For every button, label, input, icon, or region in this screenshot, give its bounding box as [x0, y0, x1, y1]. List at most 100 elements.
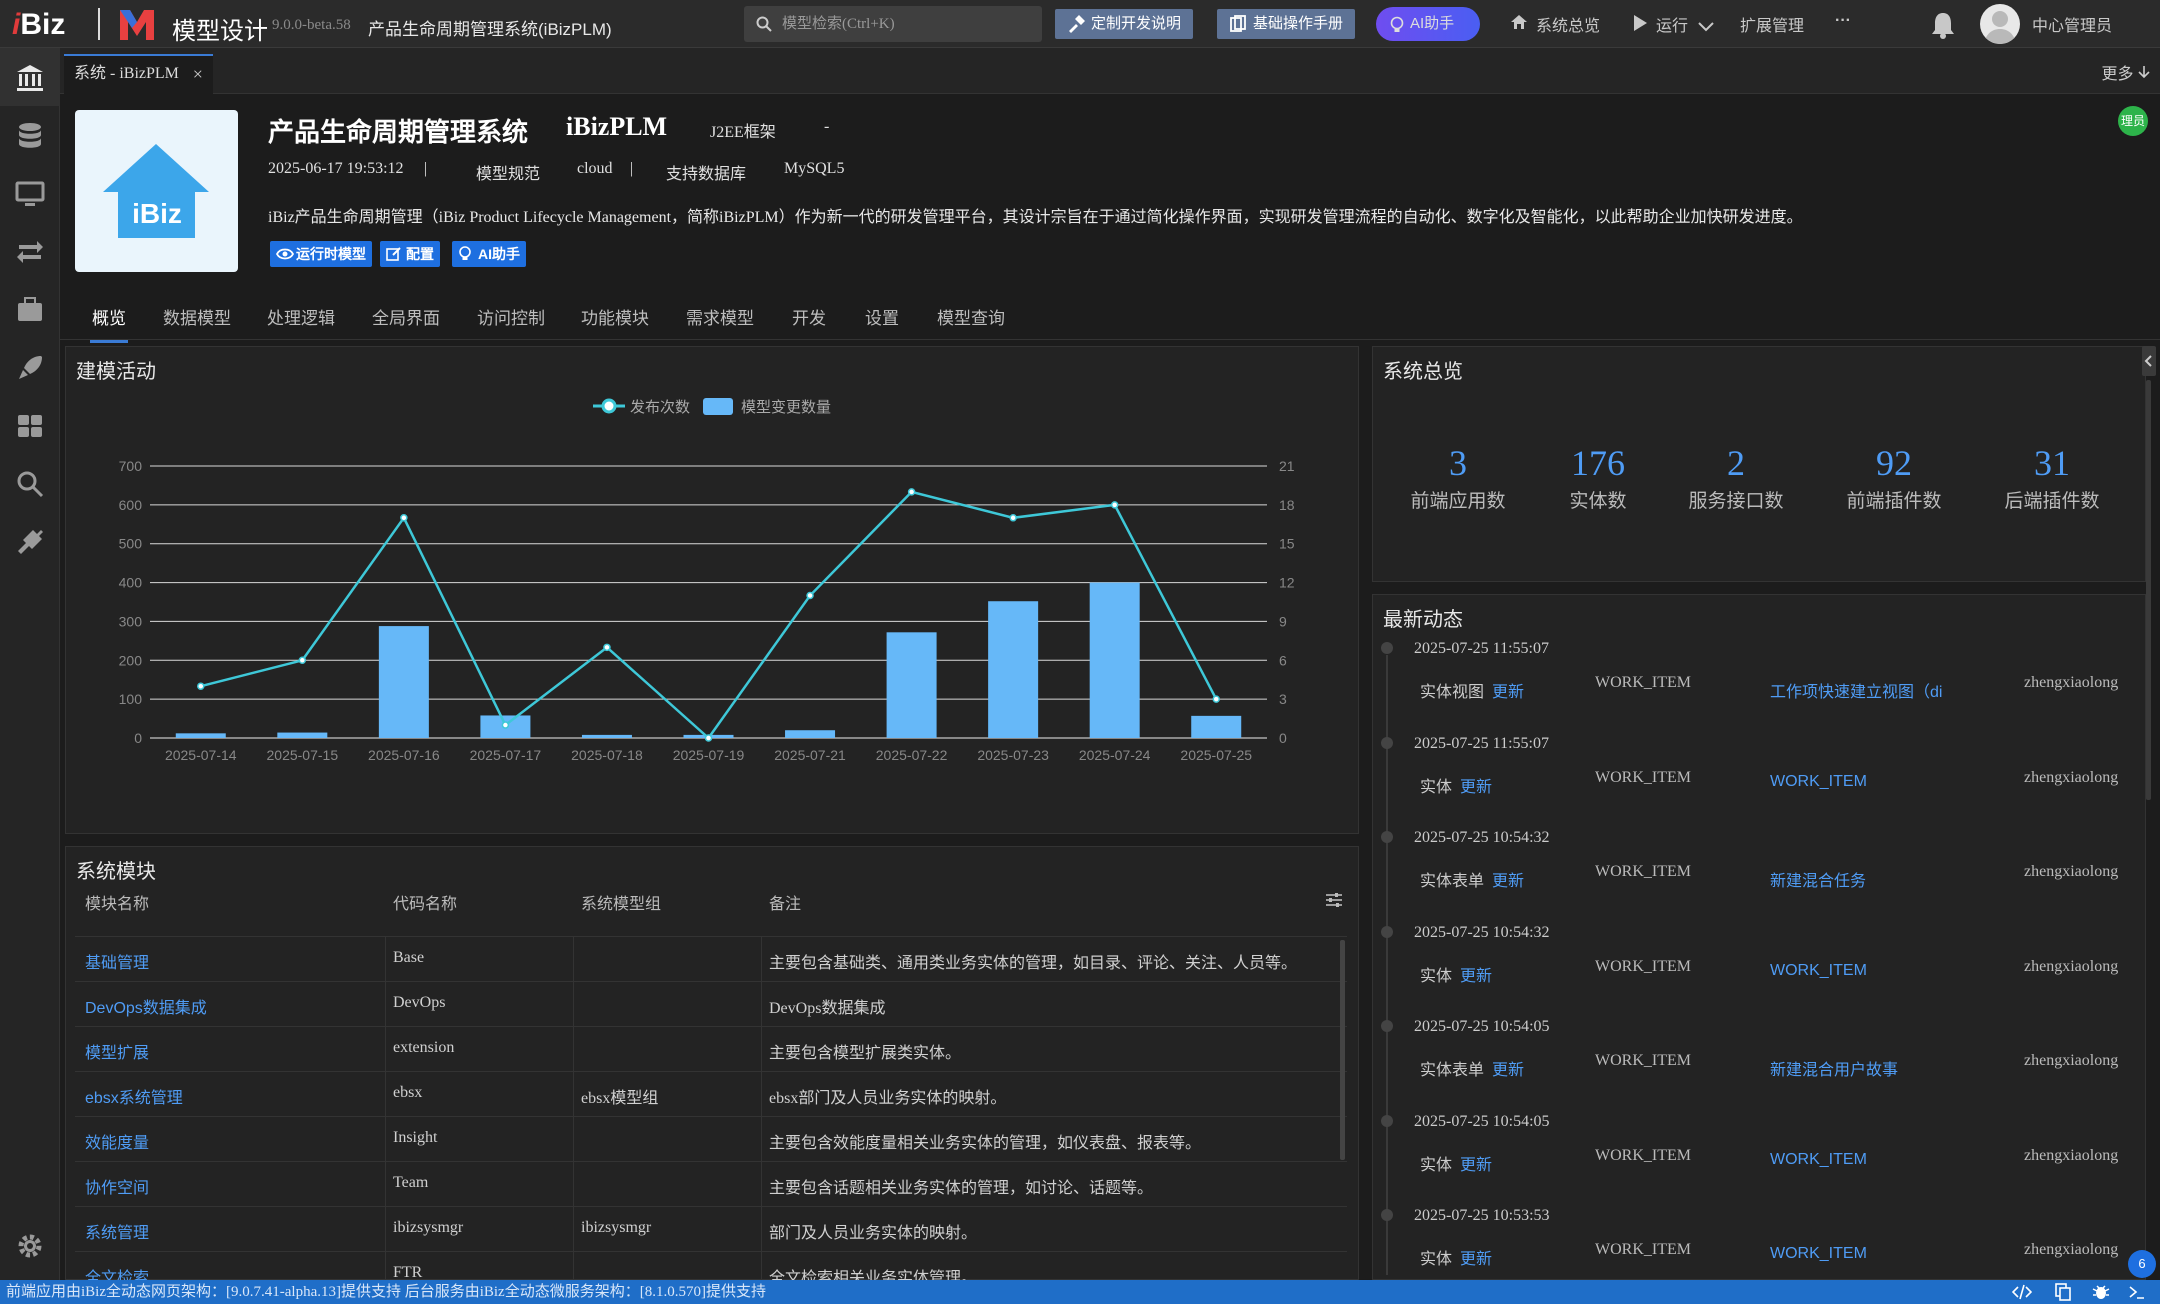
collapse-handle[interactable]: [2142, 346, 2156, 376]
module-name-link[interactable]: 系统管理: [85, 1219, 149, 1243]
tab-dev[interactable]: 开发: [792, 304, 826, 329]
stat-frontend-plugins[interactable]: 92 前端插件数: [1834, 442, 1954, 513]
activity-target-link[interactable]: 新建混合任务: [1770, 867, 1950, 891]
sidebar-item-sync[interactable]: [0, 222, 60, 280]
nav-extension[interactable]: 扩展管理: [1740, 12, 1804, 36]
table-row[interactable]: 协作空间 Team 主要包含话题相关业务实体的管理，如讨论、话题等。: [75, 1161, 1347, 1206]
activity-action-link[interactable]: 更新: [1460, 968, 1492, 985]
activity-target-link[interactable]: WORK_ITEM: [1770, 1151, 1950, 1169]
stat-service-apis[interactable]: 2 服务接口数: [1676, 442, 1796, 513]
activity-target-link[interactable]: 工作项快速建立视图（di: [1770, 678, 1950, 702]
module-name-link[interactable]: ebsx系统管理: [85, 1084, 183, 1108]
tab-overview[interactable]: 概览: [90, 304, 128, 343]
activity-target-link[interactable]: WORK_ITEM: [1770, 1245, 1950, 1263]
col-remark[interactable]: 备注: [769, 890, 801, 914]
module-name-link[interactable]: 效能度量: [85, 1129, 149, 1153]
model-search[interactable]: [744, 6, 1042, 42]
table-scrollbar[interactable]: [1340, 940, 1345, 1160]
notification-count-badge[interactable]: 6: [2128, 1250, 2156, 1278]
scrollbar-right[interactable]: [2146, 380, 2151, 800]
activity-action-link[interactable]: 更新: [1492, 873, 1524, 890]
runtime-model-button[interactable]: 运行时模型: [270, 241, 372, 267]
custom-dev-button[interactable]: 定制开发说明: [1055, 9, 1194, 39]
sidebar-item-ui[interactable]: [0, 164, 60, 222]
col-module-name[interactable]: 模块名称: [85, 890, 149, 914]
ibiz-logo[interactable]: iBiz: [12, 8, 65, 42]
tab-settings[interactable]: 设置: [865, 304, 899, 329]
config-button[interactable]: 配置: [380, 241, 440, 267]
manual-button[interactable]: 基础操作手册: [1217, 9, 1356, 39]
terminal-icon[interactable]: [2128, 1283, 2146, 1301]
table-row[interactable]: 效能度量 Insight 主要包含效能度量相关业务实体的管理，如仪表盘、报表等。: [75, 1116, 1347, 1161]
tab-access-control[interactable]: 访问控制: [477, 304, 545, 329]
activity-action-link[interactable]: 更新: [1492, 684, 1524, 701]
sidebar-item-search[interactable]: [0, 454, 60, 512]
sidebar-item-database[interactable]: [0, 106, 60, 164]
activity-target-link[interactable]: WORK_ITEM: [1770, 962, 1950, 980]
search-input[interactable]: [782, 12, 1032, 36]
module-code: extension: [393, 1039, 455, 1056]
module-name-link[interactable]: 协作空间: [85, 1174, 149, 1198]
tab-data-model[interactable]: 数据模型: [163, 304, 231, 329]
sidebar-item-apps[interactable]: [0, 396, 60, 454]
stat-backend-plugins[interactable]: 31 后端插件数: [1992, 442, 2112, 513]
ai-assistant-button[interactable]: AI助手: [1376, 7, 1480, 41]
table-row[interactable]: 系统管理 ibizsysmgr ibizsysmgr 部门及人员业务实体的映射。: [75, 1206, 1347, 1251]
bug-icon[interactable]: [2092, 1283, 2110, 1301]
project-logo: iBiz: [75, 110, 238, 272]
activity-type: 实体表单 更新: [1420, 867, 1524, 891]
bell-icon[interactable]: [1930, 11, 1956, 39]
activity-action-link[interactable]: 更新: [1460, 1157, 1492, 1174]
sidebar-item-system[interactable]: [0, 48, 60, 106]
col-model-group[interactable]: 系统模型组: [581, 890, 661, 914]
module-name-link[interactable]: 基础管理: [85, 949, 149, 973]
activity-action-link[interactable]: 更新: [1492, 1062, 1524, 1079]
tab-model-query[interactable]: 模型查询: [937, 304, 1005, 329]
table-row[interactable]: DevOps数据集成 DevOps DevOps数据集成: [75, 981, 1347, 1026]
code-icon[interactable]: [2012, 1283, 2032, 1301]
sidebar-item-plugin[interactable]: [0, 512, 60, 570]
tab-system[interactable]: 系统 - iBizPLM ×: [64, 54, 213, 94]
nav-overview[interactable]: 系统总览: [1510, 12, 1600, 36]
chart-bar: [175, 733, 226, 738]
tab-global-ui[interactable]: 全局界面: [372, 304, 440, 329]
activity-target-link[interactable]: 新建混合用户故事: [1770, 1056, 1950, 1080]
nav-run[interactable]: 运行: [1632, 12, 1715, 36]
stat-frontend-apps[interactable]: 3 前端应用数: [1406, 442, 1510, 513]
tab-requirement[interactable]: 需求模型: [686, 304, 754, 329]
copy-icon[interactable]: [2054, 1283, 2072, 1301]
left-sidebar: [0, 48, 60, 1280]
arrow-down-icon: [2138, 66, 2150, 79]
sidebar-item-package[interactable]: [0, 280, 60, 338]
column-settings-icon[interactable]: [1325, 892, 1343, 908]
module-name-link[interactable]: DevOps数据集成: [85, 994, 207, 1018]
avatar[interactable]: [1980, 4, 2020, 44]
legend-bar-swatch: [703, 398, 733, 415]
col-code-name[interactable]: 代码名称: [393, 890, 457, 914]
activity-action-link[interactable]: 更新: [1460, 1251, 1492, 1268]
tab-function-module[interactable]: 功能模块: [581, 304, 649, 329]
recent-activity-title: 最新动态: [1383, 609, 1463, 631]
activity-target-link[interactable]: WORK_ITEM: [1770, 773, 1950, 791]
activity-action-link[interactable]: 更新: [1460, 779, 1492, 796]
footer-text: 前端应用由iBiz全动态网页架构：[9.0.7.41-alpha.13]提供支持…: [6, 1284, 766, 1300]
y-right-tick-label: 3: [1279, 691, 1287, 707]
chart-bar: [581, 734, 632, 738]
table-row[interactable]: ebsx系统管理 ebsx ebsx模型组 ebsx部门及人员业务实体的映射。: [75, 1071, 1347, 1116]
spec-value: cloud: [577, 160, 613, 177]
ai-assistant-small-button[interactable]: AI助手: [452, 241, 526, 267]
table-row[interactable]: 基础管理 Base 主要包含基础类、通用类业务实体的管理，如目录、评论、关注、人…: [75, 936, 1347, 981]
user-name[interactable]: 中心管理员: [2032, 12, 2112, 36]
x-tick-label: 2025-07-25: [1180, 747, 1252, 763]
more-tabs-button[interactable]: 更多: [2102, 60, 2150, 84]
db-label: 支持数据库: [666, 166, 747, 183]
timeline-dot: [1381, 642, 1393, 654]
tab-logic[interactable]: 处理逻辑: [267, 304, 335, 329]
module-name-link[interactable]: 模型扩展: [85, 1039, 149, 1063]
stat-entities[interactable]: 176 实体数: [1546, 442, 1650, 513]
sidebar-item-settings[interactable]: [0, 1216, 60, 1274]
table-row[interactable]: 模型扩展 extension 主要包含模型扩展类实体。: [75, 1026, 1347, 1071]
sidebar-item-deploy[interactable]: [0, 338, 60, 396]
close-icon[interactable]: ×: [193, 56, 203, 92]
nav-more-icon[interactable]: ···: [1835, 12, 1851, 30]
